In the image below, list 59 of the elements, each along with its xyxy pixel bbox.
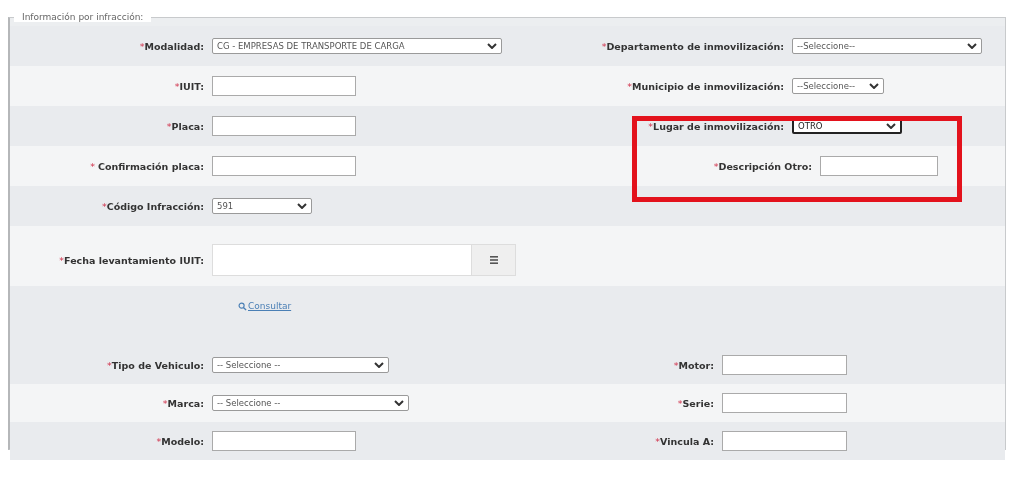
calendar-button[interactable] [471,245,515,275]
input-field[interactable] [722,355,847,375]
required-mark: * [677,397,683,409]
chevron-icon [886,123,896,129]
chevron-icon [374,362,384,368]
required-mark: * [673,359,679,371]
field-label: Motor: [678,359,714,371]
required-mark: * [101,200,107,212]
field-label: Código Infracción: [106,200,204,212]
input-field[interactable] [212,76,356,96]
field-label: Modalidad: [144,40,204,52]
input-field[interactable] [212,116,356,136]
input-field[interactable] [820,156,938,176]
field-label: Tipo de Vehiculo: [111,359,204,371]
required-mark: * [166,120,172,132]
field-label: Vincula A: [660,435,714,447]
field-label: Descripción Otro: [718,160,812,172]
section-legend: Información por infracción: [14,12,152,22]
required-mark: * [655,435,661,447]
field-label: Marca: [167,397,204,409]
chevron-icon [967,43,977,49]
input-field[interactable] [212,156,356,176]
dropdown[interactable]: -- Seleccione -- [212,395,409,411]
field-label: Municipio de inmovilización: [632,80,784,92]
date-field[interactable] [212,244,516,276]
required-mark: * [156,435,162,447]
chevron-icon [487,43,497,49]
search-icon [238,301,247,311]
field-label: Fecha levantamiento IUIT: [64,254,204,266]
dropdown[interactable]: -- Seleccione -- [212,357,389,373]
required-mark: * [174,80,180,92]
chevron-icon [869,83,879,89]
chevron-icon [394,400,404,406]
field-label: Modelo: [161,435,204,447]
required-mark: * [90,160,96,172]
dropdown[interactable]: 591 [212,198,312,214]
consultar-link[interactable]: Consultar [238,301,292,311]
field-label: Lugar de inmovilización: [653,120,784,132]
required-mark: * [627,80,633,92]
field-label: Confirmación placa: [97,160,204,172]
required-mark: * [601,40,607,52]
required-mark: * [59,254,65,266]
field-label: Departamento de inmovilización: [606,40,784,52]
input-field[interactable] [212,431,356,451]
required-mark: * [162,397,168,409]
list-icon [488,255,499,265]
field-label: Placa: [171,120,204,132]
field-label: Serie: [682,397,714,409]
required-mark: * [107,359,112,371]
required-mark: * [648,120,654,132]
field-label: IUIT: [179,80,204,92]
input-field[interactable] [722,431,847,451]
dropdown[interactable]: --Seleccione-- [792,38,982,54]
chevron-icon [297,203,307,209]
required-mark: * [139,40,145,52]
required-mark: * [713,160,719,172]
dropdown[interactable]: CG - EMPRESAS DE TRANSPORTE DE CARGA [212,38,502,54]
dropdown[interactable]: --Seleccione-- [792,78,884,94]
input-field[interactable] [722,393,847,413]
